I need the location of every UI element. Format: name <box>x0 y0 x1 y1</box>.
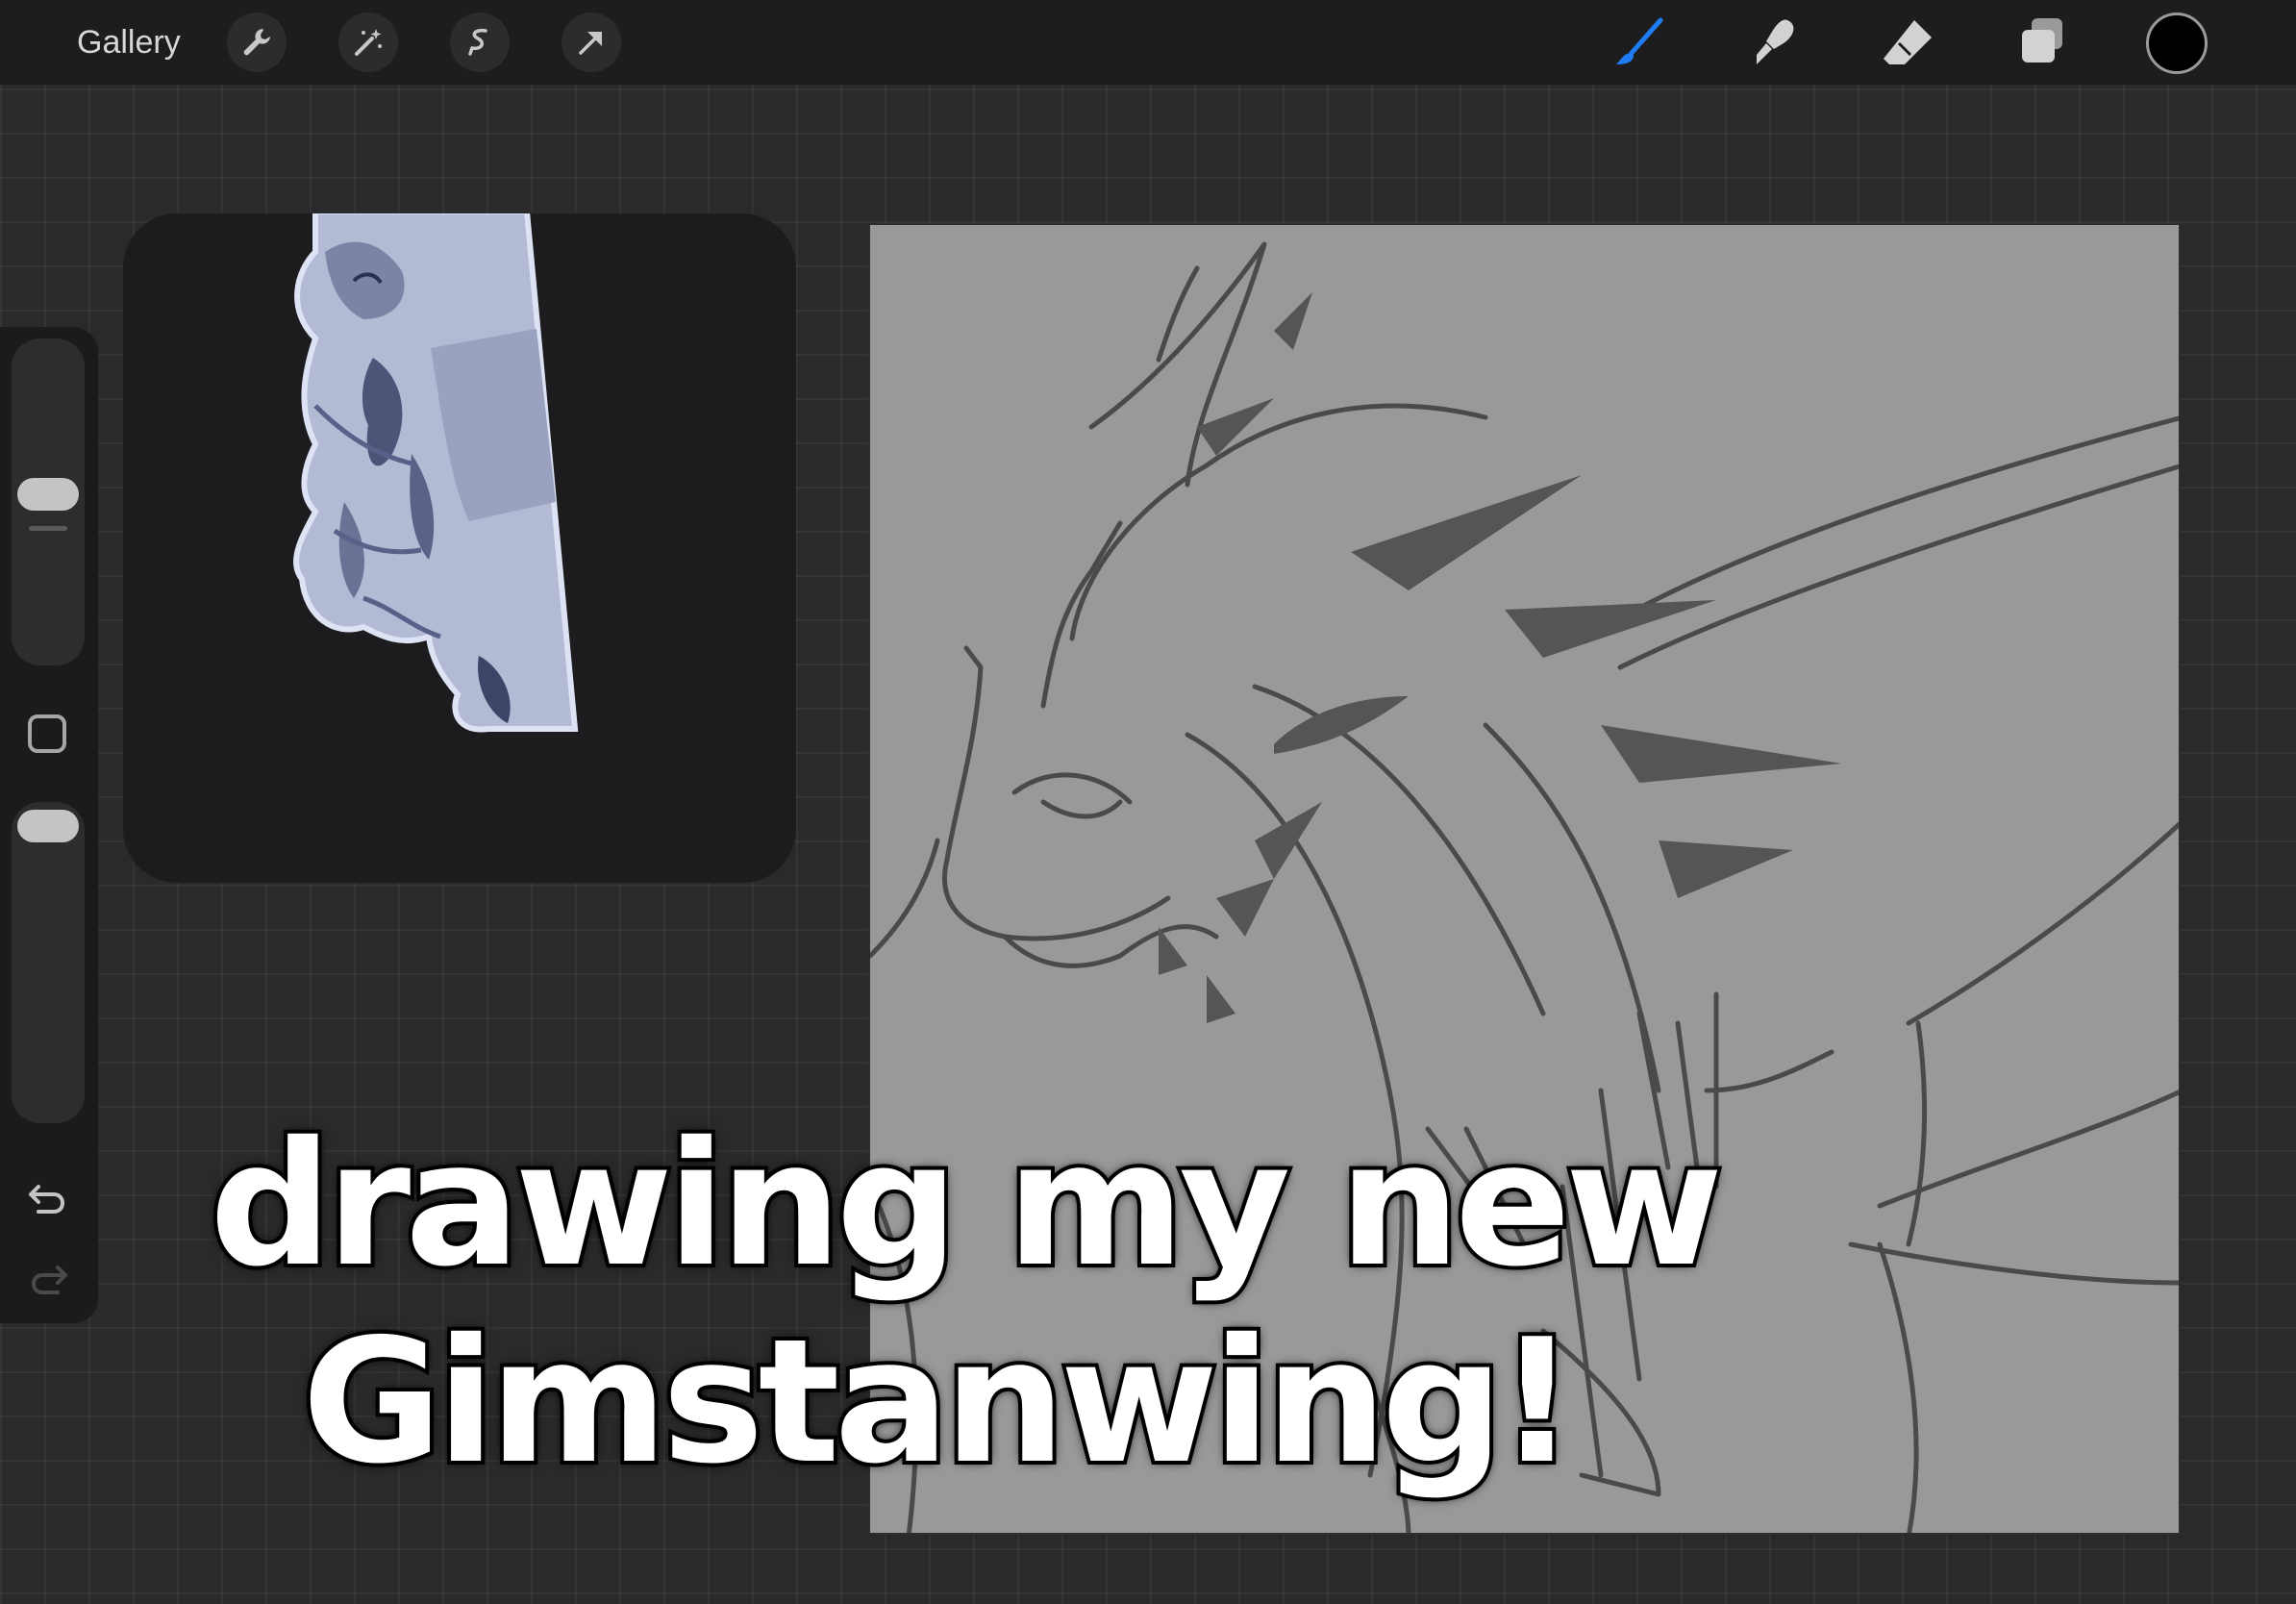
selection-icon <box>468 28 487 56</box>
layers-icon <box>2022 18 2062 63</box>
transform-arrow-icon <box>579 32 602 55</box>
redo-icon[interactable] <box>23 1254 73 1304</box>
adjustments-button[interactable] <box>338 13 398 72</box>
caption-line-2: Gimstanwing! <box>298 1299 1580 1504</box>
caption-line-1: drawing my new <box>206 1102 1727 1307</box>
brush-size-handle[interactable] <box>17 478 79 511</box>
transform-button[interactable] <box>562 13 621 72</box>
color-picker-button[interactable] <box>2146 13 2208 74</box>
left-sidebar <box>0 327 98 1323</box>
actions-button[interactable] <box>227 13 287 72</box>
eraser-icon <box>1884 20 1932 64</box>
eraser-button[interactable] <box>1877 12 1938 73</box>
brush-icon <box>1616 17 1663 64</box>
smudge-icon <box>1757 19 1794 64</box>
smudge-button[interactable] <box>1742 12 1804 73</box>
undo-icon[interactable] <box>23 1173 73 1223</box>
opacity-slider[interactable] <box>12 802 85 1123</box>
slider-mark <box>29 526 67 531</box>
reference-window[interactable] <box>123 213 796 883</box>
brush-size-slider[interactable] <box>12 338 85 665</box>
brush-button[interactable] <box>1608 12 1669 73</box>
opacity-handle[interactable] <box>17 810 79 842</box>
wrench-icon <box>243 29 270 56</box>
selection-button[interactable] <box>450 13 510 72</box>
layers-button[interactable] <box>2011 12 2073 73</box>
gallery-button[interactable]: Gallery <box>77 19 181 65</box>
magic-wand-icon <box>355 29 382 56</box>
modifier-square-icon[interactable] <box>28 714 66 753</box>
top-toolbar: Gallery <box>0 0 2296 85</box>
dragon-reference-image <box>293 213 579 733</box>
